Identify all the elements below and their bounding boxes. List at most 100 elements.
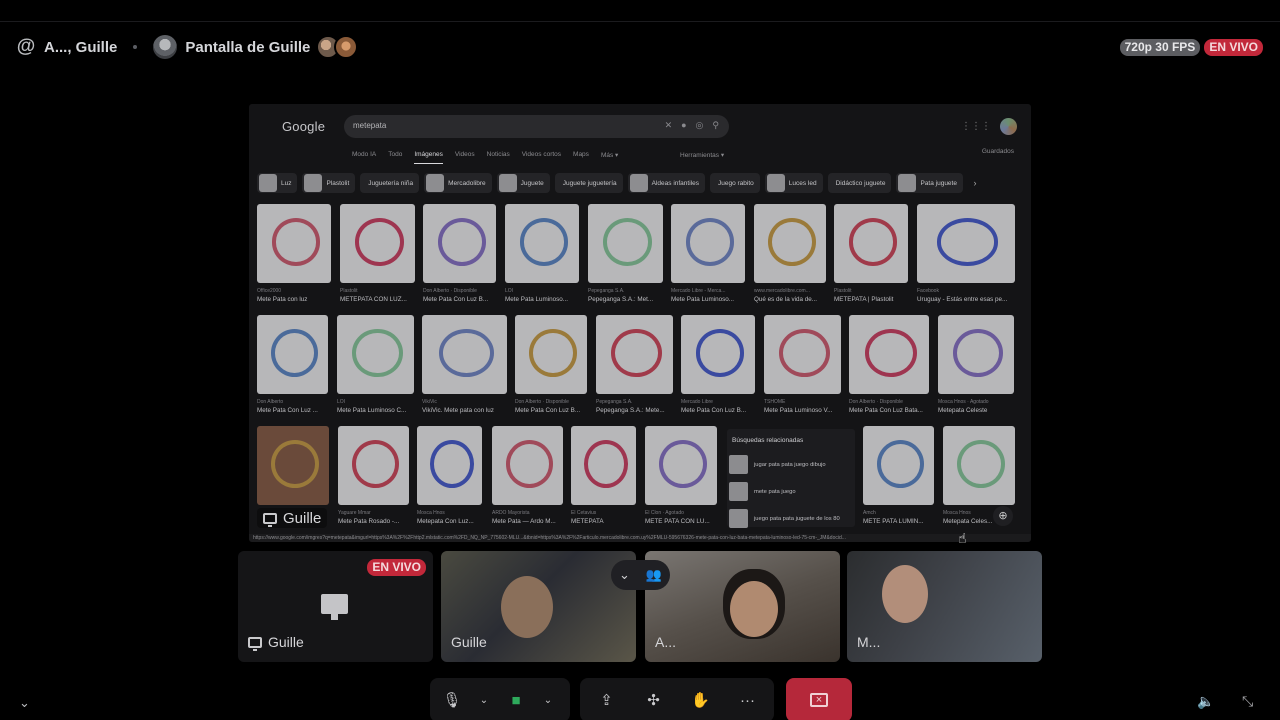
- result-title[interactable]: Mete Pata con luz: [257, 296, 331, 303]
- filter-chip[interactable]: Juego rabito: [709, 173, 760, 193]
- channel-name[interactable]: A..., Guille: [44, 39, 117, 56]
- google-tab[interactable]: Más ▾: [601, 151, 618, 164]
- result-title[interactable]: Mete Pata Con Luz Bata...: [849, 407, 929, 414]
- result-thumbnail[interactable]: [863, 426, 934, 505]
- result-source[interactable]: Mosca Hnos: [417, 510, 482, 516]
- zoom-icon[interactable]: ⊕: [993, 506, 1013, 526]
- result-title[interactable]: METEPATA CON LUZ...: [340, 296, 415, 303]
- image-result[interactable]: www.mercadolibre.com... Qué es de la vida…: [754, 204, 826, 303]
- participants-toggle[interactable]: ⌄ 👥: [611, 560, 670, 590]
- image-result[interactable]: LOI Mete Pata Luminoso C...: [337, 315, 414, 414]
- result-source[interactable]: Don Alberto · Disponible: [515, 399, 587, 405]
- result-title[interactable]: Mete Pata Luminoso C...: [337, 407, 414, 414]
- result-source[interactable]: LOI: [505, 288, 579, 294]
- image-result[interactable]: Don Alberto Mete Pata Con Luz ...: [257, 315, 328, 414]
- result-thumbnail[interactable]: [681, 315, 755, 394]
- participant-tile[interactable]: Guille: [441, 551, 636, 662]
- result-thumbnail[interactable]: [834, 204, 908, 283]
- result-title[interactable]: Mete Pata Con Luz B...: [515, 407, 587, 414]
- soundboard-icon[interactable]: ✋: [689, 691, 713, 709]
- related-item[interactable]: jugar pata pata juego dibujo: [729, 455, 826, 474]
- result-source[interactable]: Mercado Libre - Merca...: [671, 288, 745, 294]
- filter-chip[interactable]: Didáctico juguete: [827, 173, 892, 193]
- google-tab[interactable]: Todo: [388, 151, 402, 164]
- filter-chip[interactable]: Mercadolibre: [424, 173, 492, 193]
- clear-icon[interactable]: ✕: [665, 120, 673, 131]
- chevron-down-icon[interactable]: ⌄: [542, 695, 554, 706]
- image-result[interactable]: Facebook Uruguay - Estás entre esas pe...: [917, 204, 1015, 303]
- image-result[interactable]: El Clon · Agotado METE PATA CON LU...: [645, 426, 717, 525]
- search-icon[interactable]: ⚲: [712, 120, 719, 131]
- image-result[interactable]: Don Alberto · Disponible Mete Pata Con Lu…: [515, 315, 587, 414]
- result-title[interactable]: VikiVic. Mete pata con luz: [422, 407, 507, 414]
- result-title[interactable]: Mete Pata Luminoso...: [505, 296, 579, 303]
- google-tab[interactable]: Imágenes: [414, 151, 443, 164]
- result-source[interactable]: Plastolit: [834, 288, 908, 294]
- result-source[interactable]: Office2000: [257, 288, 331, 294]
- related-item[interactable]: juego pata pata juguete de los 80: [729, 509, 840, 528]
- image-result[interactable]: Mosca Hnos · Agotado Metepata Celeste: [938, 315, 1014, 414]
- image-result[interactable]: Pepeganga S.A. Pepeganga S.A.: Mete...: [596, 315, 673, 414]
- viewer-avatars[interactable]: [316, 35, 359, 59]
- result-title[interactable]: Mete Pata — Ardo M...: [492, 518, 563, 525]
- result-thumbnail[interactable]: [423, 204, 496, 283]
- result-source[interactable]: Don Alberto · Disponible: [423, 288, 496, 294]
- microphone-icon[interactable]: 🎙: [440, 691, 464, 709]
- result-thumbnail[interactable]: [337, 315, 414, 394]
- filter-chip[interactable]: Aldeas infantiles: [627, 173, 705, 193]
- image-result[interactable]: Pepeganga S.A. Pepeganga S.A.: Met...: [588, 204, 663, 303]
- result-source[interactable]: Yaguare Mmar: [338, 510, 409, 516]
- image-result[interactable]: ARDO Mayorista Mete Pata — Ardo M...: [492, 426, 563, 525]
- fullscreen-exit-icon[interactable]: ⤡: [1242, 693, 1253, 710]
- result-title[interactable]: Mete Pata Con Luz B...: [681, 407, 755, 414]
- result-thumbnail[interactable]: [422, 315, 507, 394]
- result-source[interactable]: El Cetavius: [571, 510, 636, 516]
- result-thumbnail[interactable]: [764, 315, 841, 394]
- result-thumbnail[interactable]: [338, 426, 409, 505]
- filter-chip[interactable]: Juguetería niña: [360, 173, 420, 193]
- image-result[interactable]: Office2000 Mete Pata con luz: [257, 204, 331, 303]
- result-source[interactable]: VikiVic: [422, 399, 507, 405]
- result-thumbnail[interactable]: [515, 315, 587, 394]
- result-title[interactable]: METEPATA | Plastolit: [834, 296, 908, 303]
- result-source[interactable]: LOI: [337, 399, 414, 405]
- result-source[interactable]: El Clon · Agotado: [645, 510, 717, 516]
- result-source[interactable]: TSHOME: [764, 399, 841, 405]
- result-title[interactable]: Uruguay - Estás entre esas pe...: [917, 296, 1015, 303]
- result-thumbnail[interactable]: [505, 204, 579, 283]
- google-tab[interactable]: Noticias: [487, 151, 510, 164]
- result-thumbnail[interactable]: [571, 426, 636, 505]
- result-title[interactable]: Mete Pata Luminoso...: [671, 296, 745, 303]
- participant-tile[interactable]: M...: [847, 551, 1042, 662]
- result-thumbnail[interactable]: [849, 315, 929, 394]
- result-title[interactable]: METEPATA: [571, 518, 636, 525]
- chevron-down-icon[interactable]: ⌄: [19, 695, 30, 711]
- image-result[interactable]: Plastolit METEPATA | Plastolit: [834, 204, 908, 303]
- result-source[interactable]: Don Alberto: [257, 399, 328, 405]
- result-source[interactable]: ARDO Mayorista: [492, 510, 563, 516]
- image-result[interactable]: Plastolit METEPATA CON LUZ...: [340, 204, 415, 303]
- result-title[interactable]: Mete Pata Luminoso V...: [764, 407, 841, 414]
- image-result[interactable]: Mercado Libre - Merca... Mete Pata Lumino…: [671, 204, 745, 303]
- result-thumbnail[interactable]: [257, 426, 329, 505]
- mic-icon[interactable]: ●: [681, 120, 686, 131]
- camera-icon[interactable]: ■: [504, 692, 528, 709]
- chevron-right-icon[interactable]: ›: [968, 173, 982, 193]
- image-result[interactable]: Yaguare Mmar Mete Pata Rosado -...: [338, 426, 409, 525]
- google-tab[interactable]: Modo IA: [352, 151, 376, 164]
- result-title[interactable]: Pepeganga S.A.: Met...: [588, 296, 663, 303]
- result-thumbnail[interactable]: [588, 204, 663, 283]
- account-avatar[interactable]: [1000, 118, 1017, 135]
- result-title[interactable]: Mete Pata Con Luz B...: [423, 296, 496, 303]
- result-source[interactable]: www.mercadolibre.com...: [754, 288, 826, 294]
- screen-share-icon[interactable]: ⇪: [595, 691, 619, 709]
- filter-chip[interactable]: Juguete juguetería: [554, 173, 623, 193]
- image-result[interactable]: El Cetavius METEPATA: [571, 426, 636, 525]
- result-thumbnail[interactable]: [917, 204, 1015, 283]
- result-thumbnail[interactable]: [645, 426, 717, 505]
- google-tab[interactable]: Videos: [455, 151, 475, 164]
- google-logo[interactable]: Google: [282, 119, 325, 134]
- result-title[interactable]: Mete Pata Rosado -...: [338, 518, 409, 525]
- shared-screen[interactable]: Google metepata ✕ ● ◎ ⚲ ⋮⋮⋮ Modo IA Todo I…: [249, 104, 1031, 542]
- saved-link[interactable]: Guardados: [982, 148, 1014, 155]
